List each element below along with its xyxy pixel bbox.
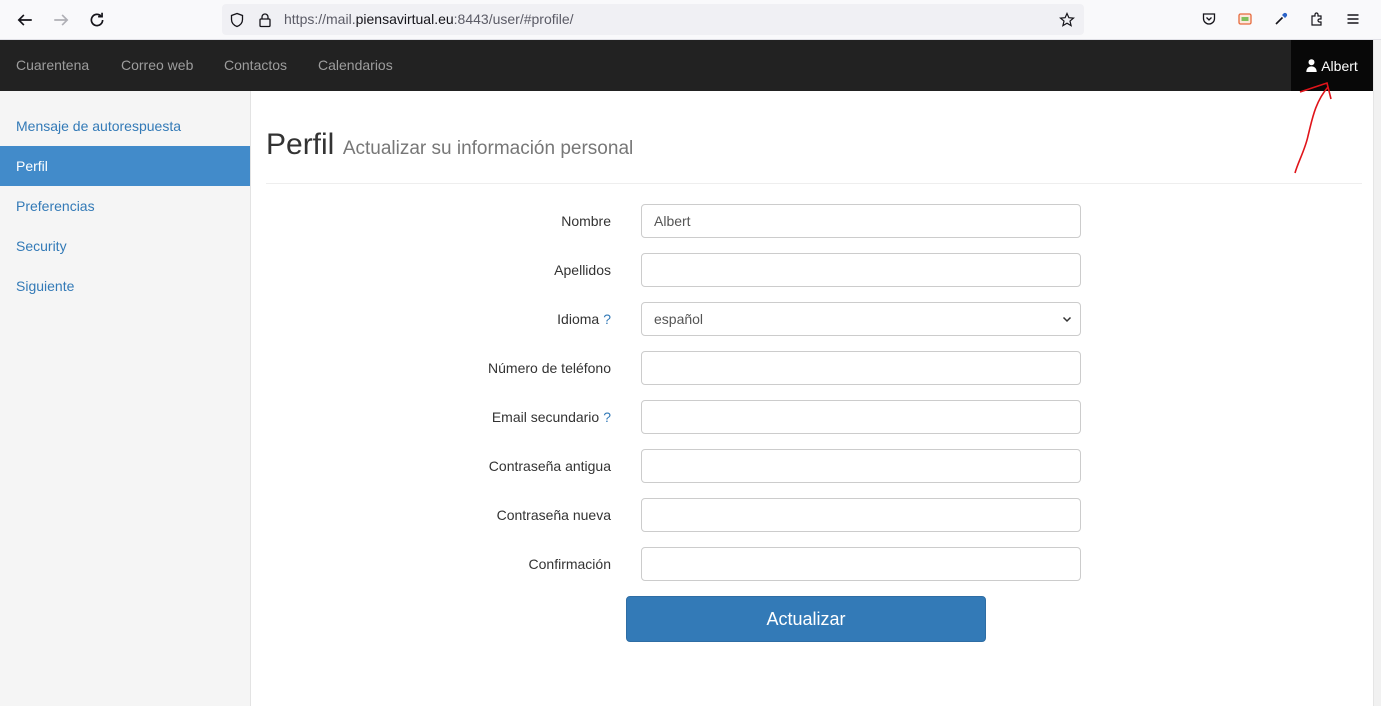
label-nombre: Nombre [561,204,611,238]
arrow-left-icon [17,14,32,26]
telefono-field[interactable] [641,351,1081,385]
label-text: Idioma [557,311,600,327]
url-suffix: :8443/user/#profile/ [453,11,574,27]
url-prefix: https://mail. [284,11,356,27]
nav-contactos[interactable]: Contactos [224,40,287,91]
email-secundario-field[interactable] [641,400,1081,434]
arrow-right-icon [54,14,69,26]
idioma-selected-value: español [654,311,704,327]
url-text[interactable]: https://mail.piensavirtual.eu:8443/user/… [284,4,574,35]
label-text: Email secundario [491,409,600,425]
nombre-field[interactable]: Albert [641,204,1081,238]
label-email-secundario: Email secundario? [492,400,611,434]
label-confirmation: Confirmación [529,547,611,581]
hamburger-icon[interactable] [1342,8,1364,30]
reload-button[interactable] [85,8,109,32]
reload-icon [90,12,104,27]
main-navbar: Cuarentena Correo web Contactos Calendar… [0,40,1373,91]
label-text: Apellidos [554,262,611,278]
shield-icon[interactable] [228,11,246,29]
label-apellidos: Apellidos [554,253,611,287]
lock-icon[interactable] [256,11,274,29]
annotation-arrow [1294,81,1332,174]
page-title-main: Perfil [266,128,335,161]
url-domain: piensavirtual.eu [355,11,454,27]
back-button[interactable] [13,8,37,32]
sidebar-item-siguiente[interactable]: Siguiente [0,266,250,306]
idioma-select[interactable]: español [641,302,1081,336]
sidebar-item-autorespuesta[interactable]: Mensaje de autorespuesta [0,106,250,146]
label-text: Nombre [561,213,611,229]
label-text: Número de teléfono [488,360,611,376]
eyedropper-icon[interactable] [1270,8,1292,30]
label-text: Contraseña antigua [488,458,611,474]
help-link-email[interactable]: ? [603,409,611,425]
chevron-down-icon [1062,316,1072,323]
sidebar-item-perfil[interactable]: Perfil [0,146,250,186]
old-password-field[interactable] [641,449,1081,483]
star-icon[interactable] [1058,11,1076,29]
new-password-field[interactable] [641,498,1081,532]
divider [266,183,1362,184]
sidebar: Mensaje de autorespuesta Perfil Preferen… [0,91,251,706]
sidebar-item-preferencias[interactable]: Preferencias [0,186,250,226]
browser-toolbar: https://mail.piensavirtual.eu:8443/user/… [0,0,1381,40]
container-icon[interactable] [1234,8,1256,30]
puzzle-icon[interactable] [1306,8,1328,30]
confirm-password-field[interactable] [641,547,1081,581]
page-subtitle: Actualizar su información personal [342,138,634,159]
apellidos-field[interactable] [641,253,1081,287]
scrollbar[interactable] [1373,40,1381,706]
update-button[interactable]: Actualizar [626,596,986,642]
forward-button[interactable] [49,8,73,32]
sidebar-item-security[interactable]: Security [0,226,250,266]
pocket-icon[interactable] [1198,8,1220,30]
label-idioma: Idioma? [557,302,611,336]
label-old-password: Contraseña antigua [489,449,611,483]
label-text: Contraseña nueva [496,507,611,523]
nav-cuarentena[interactable]: Cuarentena [16,40,89,91]
help-link-idioma[interactable]: ? [603,311,611,327]
label-text: Confirmación [528,556,611,572]
nav-correo-web[interactable]: Correo web [121,40,193,91]
label-telefono: Número de teléfono [488,351,611,385]
url-bar[interactable]: https://mail.piensavirtual.eu:8443/user/… [222,4,1084,35]
nav-calendarios[interactable]: Calendarios [318,40,393,91]
page-title: Perfil Actualizar su información persona… [266,128,633,168]
label-new-password: Contraseña nueva [497,498,611,532]
